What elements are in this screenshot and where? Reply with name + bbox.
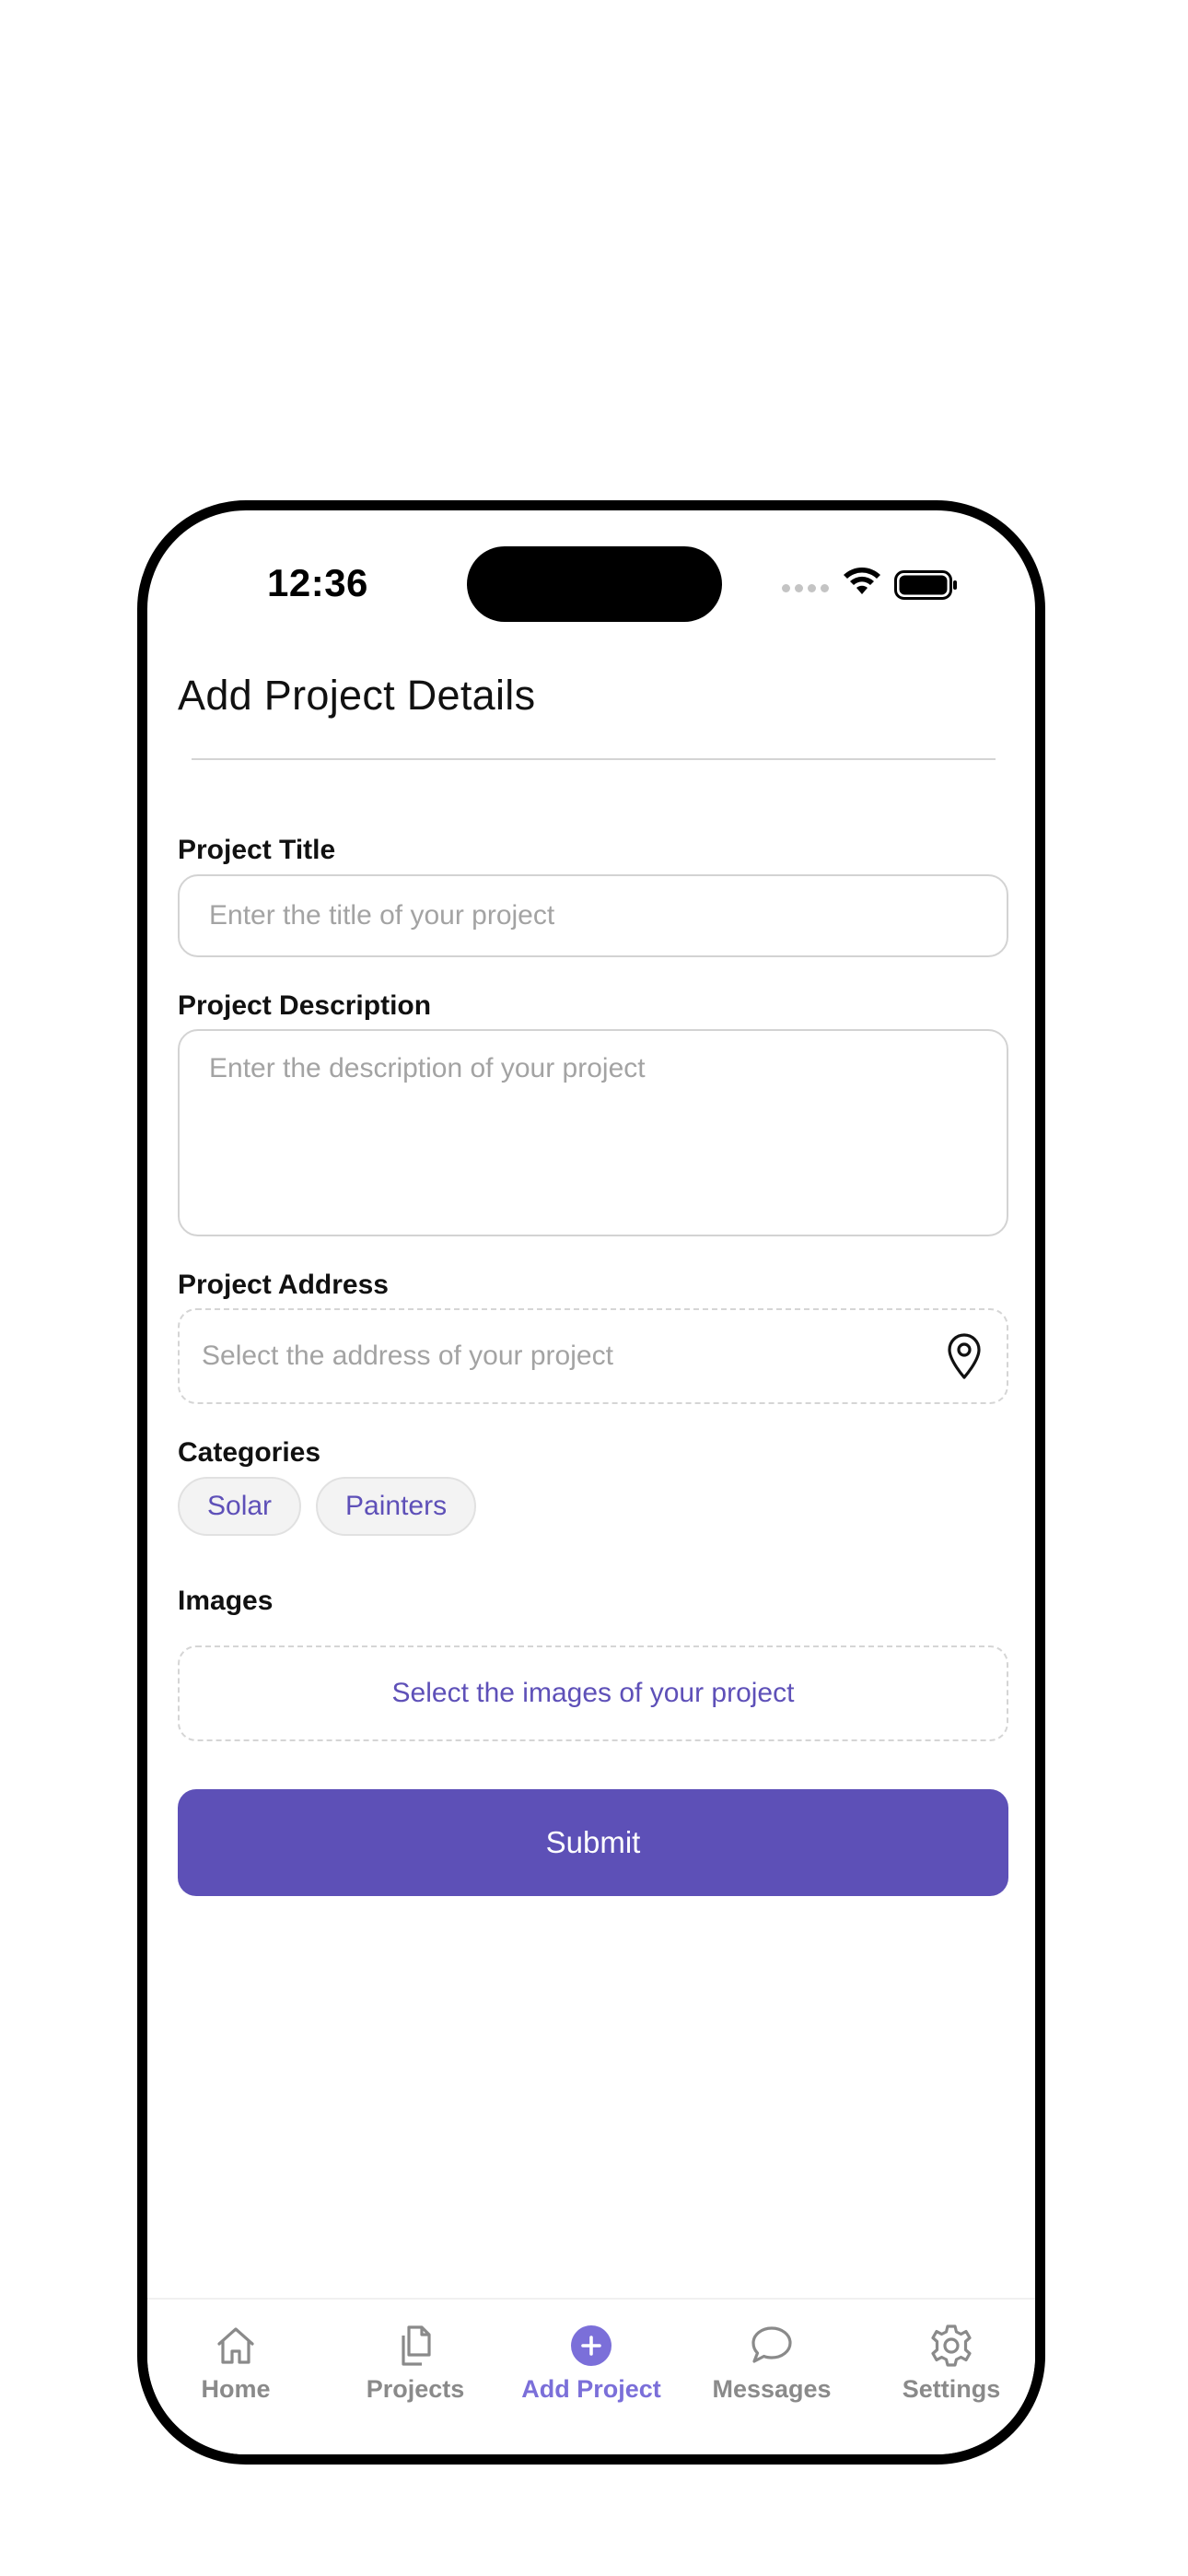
cellular-signal-icon bbox=[782, 584, 829, 592]
battery-icon bbox=[894, 570, 957, 600]
tab-settings[interactable]: Settings bbox=[868, 2322, 1034, 2423]
submit-button[interactable]: Submit bbox=[178, 1789, 1008, 1896]
project-description-input[interactable] bbox=[178, 1029, 1008, 1236]
tab-add-project-label: Add Project bbox=[521, 2375, 661, 2403]
category-chips: Solar Painters bbox=[178, 1477, 477, 1536]
tab-projects[interactable]: Projects bbox=[332, 2322, 498, 2423]
tab-messages[interactable]: Messages bbox=[689, 2322, 855, 2423]
project-address-label: Project Address bbox=[178, 1270, 389, 1300]
tab-projects-label: Projects bbox=[366, 2375, 465, 2403]
address-placeholder: Select the address of your project bbox=[202, 1341, 613, 1371]
home-icon bbox=[217, 2327, 254, 2364]
phone-frame: 12:36 Add Project Details Project Title … bbox=[137, 500, 1045, 2465]
categories-label: Categories bbox=[178, 1437, 321, 1468]
project-title-label: Project Title bbox=[178, 835, 336, 865]
location-pin-icon[interactable] bbox=[944, 1332, 984, 1380]
chat-bubble-icon bbox=[751, 2326, 792, 2363]
project-address-picker[interactable]: Select the address of your project bbox=[178, 1308, 1008, 1404]
plus-circle-icon bbox=[571, 2325, 611, 2366]
category-chip-solar[interactable]: Solar bbox=[178, 1477, 302, 1536]
project-title-input[interactable] bbox=[178, 874, 1008, 957]
tab-settings-label: Settings bbox=[902, 2375, 1001, 2403]
title-divider bbox=[192, 758, 996, 760]
status-time: 12:36 bbox=[267, 561, 368, 604]
dynamic-island bbox=[467, 546, 722, 622]
status-icons bbox=[782, 566, 966, 603]
images-picker[interactable]: Select the images of your project bbox=[178, 1645, 1008, 1741]
documents-icon bbox=[402, 2325, 431, 2366]
bottom-tab-bar: Home Projects Add Project Messages Setti… bbox=[147, 2298, 1035, 2454]
tab-home[interactable]: Home bbox=[153, 2322, 319, 2423]
category-chip-painters[interactable]: Painters bbox=[316, 1477, 477, 1536]
images-label: Images bbox=[178, 1586, 274, 1616]
wifi-icon bbox=[844, 568, 880, 594]
tab-home-label: Home bbox=[201, 2375, 271, 2403]
tab-messages-label: Messages bbox=[712, 2375, 832, 2403]
tab-add-project[interactable]: Add Project bbox=[508, 2322, 674, 2423]
page-title: Add Project Details bbox=[178, 672, 536, 719]
project-description-label: Project Description bbox=[178, 990, 432, 1021]
gear-icon bbox=[931, 2324, 972, 2367]
